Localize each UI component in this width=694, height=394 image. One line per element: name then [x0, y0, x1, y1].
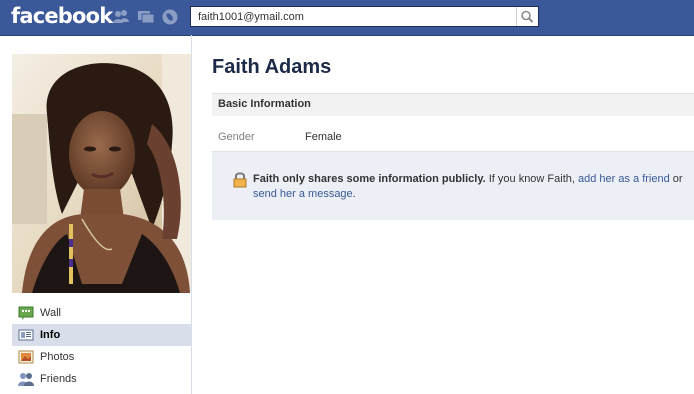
- search-box[interactable]: [190, 6, 539, 27]
- nav-item-info[interactable]: Info: [12, 324, 191, 346]
- info-icon: [18, 329, 34, 341]
- nav-item-friends[interactable]: Friends: [12, 368, 191, 390]
- nav-item-wall[interactable]: Wall: [12, 302, 191, 324]
- top-bar: facebook: [0, 0, 694, 36]
- privacy-message: Faith only shares some information publi…: [253, 172, 688, 202]
- photos-icon: [18, 350, 34, 364]
- friends-icon: [18, 373, 34, 386]
- nav-label: Wall: [40, 307, 61, 319]
- privacy-text-3: .: [352, 188, 356, 200]
- notifications-icon[interactable]: [161, 8, 179, 26]
- messages-icon[interactable]: [137, 8, 155, 26]
- search-button[interactable]: [516, 7, 538, 26]
- send-message-link[interactable]: send her a message: [253, 188, 353, 200]
- privacy-text-2: or: [669, 173, 683, 185]
- profile-nav: Wall Info Photos Friends: [12, 302, 191, 390]
- friend-requests-icon[interactable]: [112, 8, 130, 26]
- add-friend-link[interactable]: add her as a friend: [578, 173, 670, 185]
- nav-label: Photos: [40, 351, 75, 363]
- wall-icon: [18, 306, 34, 320]
- gender-value: Female: [305, 131, 342, 143]
- left-column-divider: [191, 35, 192, 394]
- basic-information-header: Basic Information: [212, 93, 694, 116]
- profile-picture[interactable]: [12, 54, 192, 293]
- nav-label: Friends: [40, 373, 77, 385]
- nav-item-photos[interactable]: Photos: [12, 346, 191, 368]
- gender-label: Gender: [218, 131, 255, 143]
- lock-icon: [233, 172, 247, 188]
- privacy-bold-text: Faith only shares some information publi…: [253, 173, 486, 185]
- privacy-text-1: If you know Faith,: [485, 173, 578, 185]
- nav-label: Info: [40, 329, 61, 341]
- privacy-notice: Faith only shares some information publi…: [212, 152, 694, 220]
- profile-name: Faith Adams: [212, 56, 332, 78]
- search-input[interactable]: [191, 7, 517, 26]
- search-icon: [521, 10, 534, 23]
- profile-photo-image: [12, 54, 192, 293]
- facebook-logo[interactable]: facebook: [11, 4, 113, 28]
